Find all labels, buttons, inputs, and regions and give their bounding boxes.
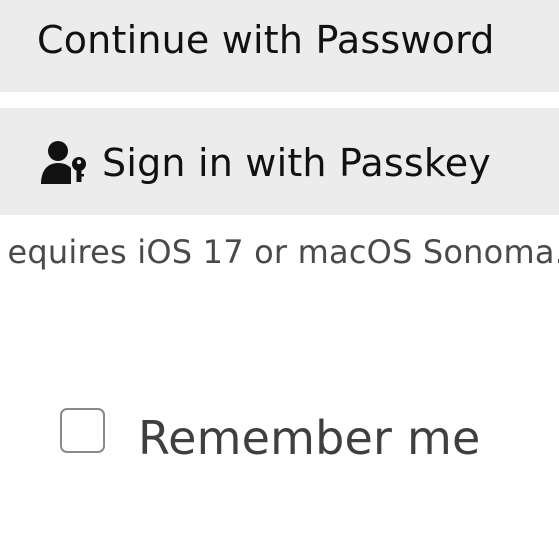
remember-me-checkbox[interactable] [60,408,105,453]
sign-in-with-passkey-label: Sign in with Passkey [102,141,491,185]
passkey-requirement-note: equires iOS 17 or macOS Sonoma. [7,233,559,271]
person-key-icon [41,140,89,184]
continue-with-password-button[interactable]: Continue with Password [0,0,559,92]
continue-with-password-label: Continue with Password [37,18,495,62]
remember-me-label: Remember me [138,411,481,465]
